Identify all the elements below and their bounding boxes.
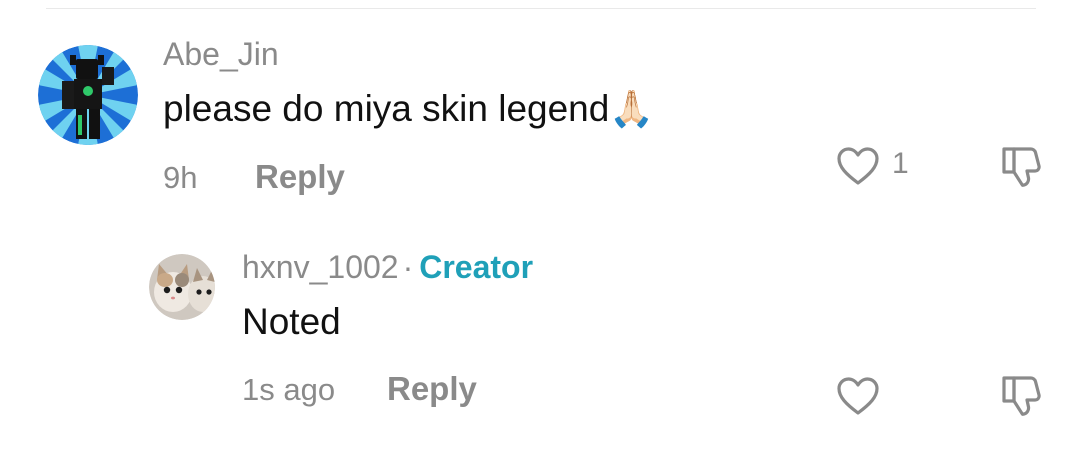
dislike-icon[interactable] [1000,145,1044,189]
comment-username[interactable]: Abe_Jin [163,38,279,70]
comment-timestamp: 9h [163,160,198,195]
comment-timestamp: 1s ago [242,372,336,407]
creator-badge: Creator [419,249,534,285]
username-text[interactable]: hxnv_1002 [242,249,399,285]
comment-username[interactable]: hxnv_1002 · Creator [242,251,533,283]
heart-icon[interactable] [836,146,880,186]
reply-button[interactable]: Reply [255,160,345,193]
reply-button[interactable]: Reply [387,372,477,405]
avatar[interactable] [38,45,138,145]
cat-photo-avatar-icon [149,254,215,320]
top-divider [46,8,1036,9]
comment-text: please do miya skin legend🙏🏻 [163,90,654,127]
roblox-character-avatar-icon [38,45,138,145]
separator-dot: · [402,249,414,285]
avatar[interactable] [149,254,215,320]
dislike-icon[interactable] [1000,374,1044,418]
comment-text: Noted [242,301,341,342]
heart-icon[interactable] [836,376,880,416]
username-text[interactable]: Abe_Jin [163,36,279,72]
like-count: 1 [892,147,909,180]
folded-hands-emoji-icon: 🙏🏻 [609,88,655,129]
comment-body: please do miya skin legend [163,88,610,129]
